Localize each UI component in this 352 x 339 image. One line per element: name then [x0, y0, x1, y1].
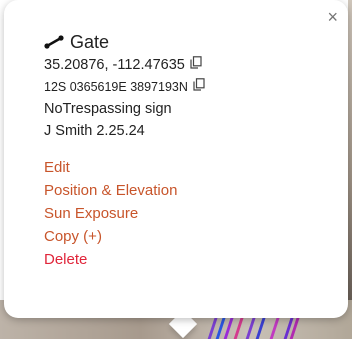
popup-content: Gate 35.20876, -112.47635 12S 0365619E 3… [44, 30, 205, 271]
coordinates-row: 35.20876, -112.47635 [44, 54, 205, 76]
note-line-2: J Smith 2.25.24 [44, 123, 145, 139]
sun-exposure-link[interactable]: Sun Exposure [44, 202, 205, 225]
close-icon[interactable]: × [327, 8, 338, 26]
note-line-1: NoTrespassing sign [44, 101, 172, 117]
position-elevation-link[interactable]: Position & Elevation [44, 179, 205, 202]
copy-icon[interactable] [190, 54, 202, 76]
coordinates-text: 35.20876, -112.47635 [44, 57, 185, 73]
path-segment-icon [44, 35, 64, 49]
delete-link[interactable]: Delete [44, 248, 205, 271]
popup-title: Gate [70, 31, 110, 52]
copy-link[interactable]: Copy (+) [44, 225, 205, 248]
popup-actions: Edit Position & Elevation Sun Exposure C… [44, 156, 205, 271]
edit-link[interactable]: Edit [44, 156, 205, 179]
copy-icon[interactable] [193, 76, 205, 98]
map-edge [348, 0, 352, 300]
utm-row: 12S 0365619E 3897193N [44, 76, 205, 98]
feature-popup: × Gate 35.20876, -112.47635 12S 0365619E… [4, 0, 348, 318]
utm-text: 12S 0365619E 3897193N [44, 80, 188, 94]
popup-title-row: Gate [44, 30, 205, 54]
